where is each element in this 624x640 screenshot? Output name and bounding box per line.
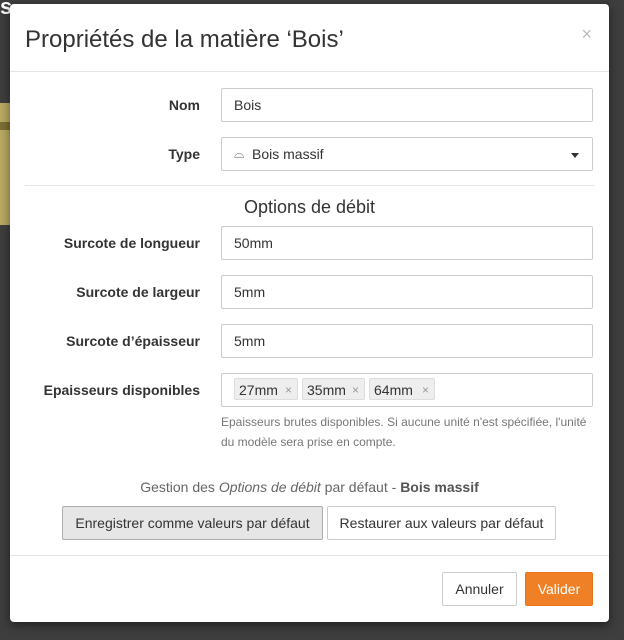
width-allowance-input[interactable]	[221, 275, 593, 309]
remove-tag-icon[interactable]: ×	[285, 379, 292, 401]
dialog-header: Propriétés de la matière ‘Bois’ ×	[10, 4, 609, 72]
thickness-allowance-input[interactable]	[221, 324, 593, 358]
thickness-tag-label: 35mm	[307, 382, 346, 398]
thickness-tag: 27mm ×	[234, 378, 298, 400]
cancel-button[interactable]: Annuler	[442, 572, 517, 606]
defaults-caption-prefix: Gestion des	[140, 479, 219, 495]
thicknesses-label: Epaisseurs disponibles	[43, 382, 200, 398]
defaults-caption-material: Bois massif	[400, 479, 479, 495]
type-selected-value: Bois massif	[252, 146, 324, 162]
chevron-down-icon	[571, 153, 579, 158]
background-thumbnail-detail	[0, 122, 10, 130]
close-icon[interactable]: ×	[581, 24, 592, 45]
name-row: Nom	[10, 88, 609, 122]
restore-defaults-button[interactable]: Restaurer aux valeurs par défaut	[327, 506, 556, 540]
thickness-tag-label: 64mm	[374, 382, 413, 398]
width-allowance-row: Surcote de largeur	[10, 275, 609, 309]
thickness-allowance-row: Surcote d’épaisseur	[10, 324, 609, 358]
length-allowance-label: Surcote de longueur	[63, 235, 200, 251]
defaults-caption-emphasis: Options de débit	[218, 479, 321, 495]
validate-button[interactable]: Valider	[525, 572, 593, 606]
thickness-tag: 64mm ×	[369, 378, 435, 400]
length-allowance-row: Surcote de longueur	[10, 226, 609, 260]
name-input[interactable]	[221, 88, 593, 122]
type-row: Type ⌓ Bois massif	[10, 137, 609, 171]
remove-tag-icon[interactable]: ×	[422, 379, 429, 401]
thicknesses-help-text: Epaisseurs brutes disponibles. Si aucune…	[221, 415, 587, 449]
length-allowance-input[interactable]	[221, 226, 593, 260]
type-select[interactable]: ⌓ Bois massif	[221, 137, 593, 171]
dialog-title: Propriétés de la matière ‘Bois’	[25, 26, 344, 53]
thickness-tag-label: 27mm	[239, 382, 278, 398]
thickness-allowance-label: Surcote d’épaisseur	[66, 333, 200, 349]
defaults-caption-middle: par défaut -	[320, 479, 401, 495]
thicknesses-tag-input[interactable]: 27mm × 35mm × 64mm ×	[221, 373, 593, 407]
save-as-defaults-button[interactable]: Enregistrer comme valeurs par défaut	[62, 506, 323, 540]
material-properties-dialog: Propriétés de la matière ‘Bois’ × Nom Ty…	[10, 4, 609, 622]
thickness-tag: 35mm ×	[302, 378, 365, 400]
remove-tag-icon[interactable]: ×	[352, 379, 359, 401]
section-title: Options de débit	[243, 197, 376, 217]
footer-divider	[10, 555, 609, 556]
defaults-caption: Gestion des Options de débit par défaut …	[10, 479, 609, 495]
name-label: Nom	[168, 97, 200, 113]
width-allowance-label: Surcote de largeur	[76, 284, 200, 300]
wood-icon: ⌓	[234, 146, 245, 161]
section-divider	[25, 185, 594, 186]
type-label: Type	[168, 146, 200, 162]
thicknesses-row: Epaisseurs disponibles 27mm × 35mm × 64m…	[10, 373, 609, 407]
